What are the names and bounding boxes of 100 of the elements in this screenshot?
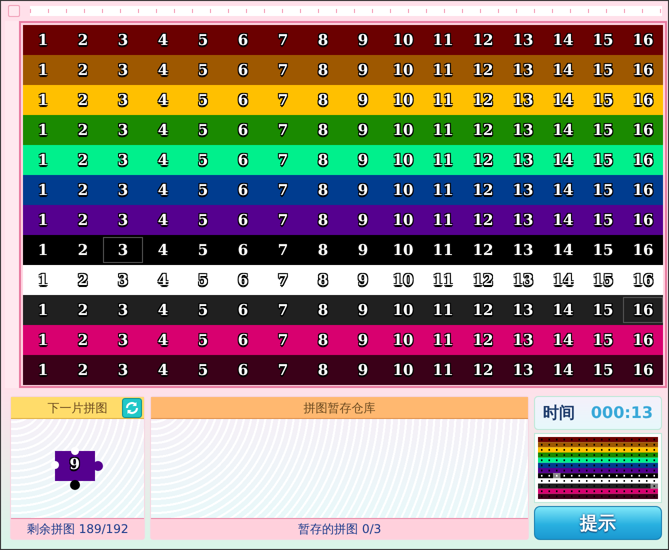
board-tile[interactable]: 12 bbox=[463, 265, 503, 295]
board-tile[interactable]: 10 bbox=[383, 235, 423, 265]
board-tile[interactable]: 12 bbox=[463, 115, 503, 145]
board-tile[interactable]: 2 bbox=[63, 235, 103, 265]
board-tile[interactable]: 6 bbox=[223, 55, 263, 85]
board-tile[interactable]: 16 bbox=[623, 265, 663, 295]
board-tile[interactable]: 11 bbox=[423, 115, 463, 145]
board-tile[interactable]: 8 bbox=[303, 175, 343, 205]
board-tile[interactable]: 8 bbox=[303, 325, 343, 355]
board-tile[interactable]: 9 bbox=[343, 325, 383, 355]
board-tile[interactable]: 16 bbox=[623, 235, 663, 265]
board-tile[interactable]: 1 bbox=[23, 235, 63, 265]
board-tile[interactable]: 11 bbox=[423, 355, 463, 385]
board-tile[interactable]: 9 bbox=[343, 205, 383, 235]
board-tile[interactable]: 2 bbox=[63, 175, 103, 205]
board-tile[interactable]: 2 bbox=[63, 355, 103, 385]
board-tile[interactable]: 2 bbox=[63, 325, 103, 355]
board-tile[interactable]: 8 bbox=[303, 115, 343, 145]
board-tile[interactable]: 10 bbox=[383, 55, 423, 85]
board-tile[interactable]: 13 bbox=[503, 265, 543, 295]
board-tile[interactable]: 16 bbox=[623, 175, 663, 205]
board-tile[interactable]: 8 bbox=[303, 235, 343, 265]
board-tile[interactable]: 13 bbox=[503, 175, 543, 205]
board-tile[interactable]: 5 bbox=[183, 295, 223, 325]
board-tile[interactable]: 6 bbox=[223, 205, 263, 235]
board-tile[interactable]: 3 bbox=[103, 115, 143, 145]
board-tile[interactable]: 5 bbox=[183, 265, 223, 295]
board-tile[interactable]: 12 bbox=[463, 205, 503, 235]
board-tile[interactable]: 1 bbox=[23, 205, 63, 235]
board-tile[interactable]: 8 bbox=[303, 25, 343, 55]
board-tile[interactable]: 5 bbox=[183, 175, 223, 205]
board-tile[interactable]: 3 bbox=[103, 265, 143, 295]
board-tile[interactable]: 3 bbox=[103, 355, 143, 385]
board-tile[interactable]: 13 bbox=[503, 355, 543, 385]
board-tile[interactable]: 11 bbox=[423, 295, 463, 325]
board-tile[interactable]: 5 bbox=[183, 25, 223, 55]
board-tile[interactable]: 6 bbox=[223, 115, 263, 145]
board-tile[interactable]: 1 bbox=[23, 325, 63, 355]
board-tile[interactable]: 9 bbox=[343, 175, 383, 205]
board-tile[interactable]: 3 bbox=[103, 25, 143, 55]
board-tile[interactable]: 5 bbox=[183, 235, 223, 265]
board-tile[interactable]: 2 bbox=[63, 25, 103, 55]
board-tile[interactable]: 4 bbox=[143, 325, 183, 355]
board-tile[interactable]: 7 bbox=[263, 115, 303, 145]
board-tile[interactable]: 5 bbox=[183, 115, 223, 145]
board-tile[interactable]: 6 bbox=[223, 25, 263, 55]
board-tile[interactable]: 7 bbox=[263, 55, 303, 85]
board-tile[interactable]: 2 bbox=[63, 295, 103, 325]
board-tile[interactable]: 5 bbox=[183, 55, 223, 85]
board-tile[interactable]: 16 bbox=[623, 25, 663, 55]
board-tile[interactable]: 16 bbox=[623, 205, 663, 235]
board-tile[interactable]: 12 bbox=[463, 295, 503, 325]
board-tile[interactable]: 4 bbox=[143, 55, 183, 85]
board-tile[interactable]: 14 bbox=[543, 205, 583, 235]
board-tile[interactable]: 2 bbox=[63, 205, 103, 235]
board-tile[interactable]: 7 bbox=[263, 265, 303, 295]
board-tile[interactable]: 13 bbox=[503, 325, 543, 355]
board-tile[interactable]: 5 bbox=[183, 325, 223, 355]
board-tile[interactable]: 4 bbox=[143, 295, 183, 325]
board-tile[interactable]: 16 bbox=[623, 355, 663, 385]
board-tile[interactable]: 7 bbox=[263, 235, 303, 265]
refresh-button[interactable] bbox=[122, 398, 142, 418]
board-tile[interactable]: 14 bbox=[543, 25, 583, 55]
board-tile[interactable]: 7 bbox=[263, 295, 303, 325]
board-tile[interactable]: 14 bbox=[543, 175, 583, 205]
board-tile[interactable]: 13 bbox=[503, 115, 543, 145]
board-tile[interactable]: 11 bbox=[423, 325, 463, 355]
board-tile[interactable]: 10 bbox=[383, 265, 423, 295]
board-tile[interactable]: 6 bbox=[223, 235, 263, 265]
board-tile[interactable]: 4 bbox=[143, 235, 183, 265]
board-tile[interactable]: 15 bbox=[583, 325, 623, 355]
board-tile[interactable]: 8 bbox=[303, 265, 343, 295]
board-tile[interactable]: 12 bbox=[463, 25, 503, 55]
board-tile[interactable]: 13 bbox=[503, 55, 543, 85]
board-tile[interactable]: 12 bbox=[463, 235, 503, 265]
board-tile[interactable]: 10 bbox=[383, 295, 423, 325]
board-tile[interactable]: 15 bbox=[583, 205, 623, 235]
board-tile[interactable]: 10 bbox=[383, 115, 423, 145]
board-tile[interactable]: 14 bbox=[543, 325, 583, 355]
board-tile[interactable]: 9 bbox=[343, 235, 383, 265]
board-tile[interactable]: 10 bbox=[383, 175, 423, 205]
board-tile[interactable]: 15 bbox=[583, 175, 623, 205]
board-tile[interactable]: 4 bbox=[143, 25, 183, 55]
board-tile[interactable]: 1 bbox=[23, 355, 63, 385]
board-tile[interactable]: 4 bbox=[143, 265, 183, 295]
board-tile[interactable]: 12 bbox=[463, 175, 503, 205]
board-tile[interactable]: 3 bbox=[103, 175, 143, 205]
board-tile[interactable]: 9 bbox=[343, 355, 383, 385]
board-tile[interactable]: 11 bbox=[423, 235, 463, 265]
board-tile[interactable]: 1 bbox=[23, 115, 63, 145]
board-tile[interactable]: 10 bbox=[383, 205, 423, 235]
board-tile[interactable]: 14 bbox=[543, 55, 583, 85]
board-tile[interactable]: 16 bbox=[623, 55, 663, 85]
board-tile[interactable]: 7 bbox=[263, 175, 303, 205]
board-tile[interactable]: 5 bbox=[183, 205, 223, 235]
board-tile[interactable]: 6 bbox=[223, 325, 263, 355]
board-tile[interactable]: 9 bbox=[343, 25, 383, 55]
board-tile[interactable]: 1 bbox=[23, 55, 63, 85]
board-tile[interactable]: 15 bbox=[583, 355, 623, 385]
board-tile[interactable]: 13 bbox=[503, 205, 543, 235]
